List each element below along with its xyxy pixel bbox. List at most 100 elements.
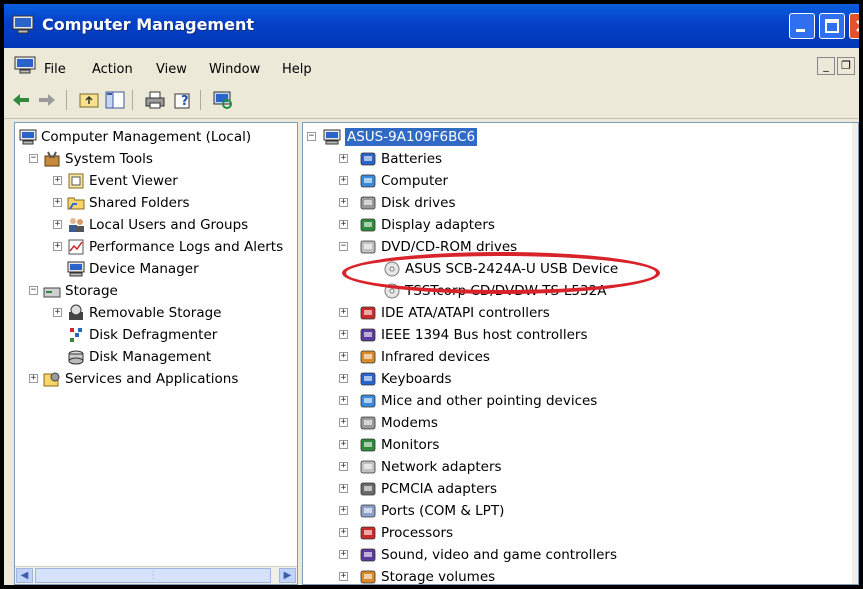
system-tools-icon [44,151,60,167]
device-list-pane[interactable]: − ASUS-9A109F6BC6 + Batteries + Computer + Di… [302,122,859,585]
device-label: Batteries [381,151,443,167]
disk-defragmenter-icon [70,328,82,342]
maximize-button[interactable] [819,13,845,39]
expand-icon[interactable]: + [339,550,348,559]
expand-icon[interactable]: + [339,506,348,515]
device-category-icon [360,482,376,496]
minimize-button[interactable] [789,13,815,39]
tree-label: Performance Logs and Alerts [89,239,284,255]
svg-text:?: ? [181,94,189,109]
device-category-icon [360,328,376,342]
scroll-left-icon[interactable]: ◀ [16,568,33,583]
menu-file[interactable]: File [44,62,66,77]
forward-arrow-icon[interactable] [36,89,58,111]
scroll-thumb[interactable]: ⋮ [35,568,271,583]
expand-icon[interactable]: + [53,220,62,229]
device-category-icon [360,548,376,562]
mdi-restore-button[interactable]: ❐ [837,57,855,75]
device-label: Ports (COM & LPT) [381,503,505,519]
expand-icon[interactable]: + [339,462,348,471]
expand-icon[interactable]: + [339,330,348,339]
expand-icon[interactable]: + [29,374,38,383]
menu-action[interactable]: Action [92,62,133,77]
expand-icon[interactable]: + [339,418,348,427]
computer-icon [323,129,341,145]
device-label: Mice and other pointing devices [381,393,598,409]
device-category-icon [360,350,376,364]
expand-icon[interactable]: + [339,572,348,581]
expand-icon[interactable]: + [339,528,348,537]
show-hide-tree-icon[interactable] [104,89,126,111]
tree-label: Device Manager [89,261,199,277]
removable-storage-icon [69,304,83,320]
collapse-icon[interactable]: − [29,286,38,295]
tree-label: Storage [65,283,118,299]
expand-icon[interactable]: + [339,396,348,405]
scan-hardware-icon[interactable] [212,89,234,111]
expand-icon[interactable]: + [53,176,62,185]
device-category-icon [360,240,376,254]
expand-icon[interactable]: + [53,242,62,251]
toolbar-separator [132,90,133,110]
computer-management-icon [12,15,34,34]
device-label: Disk drives [381,195,456,211]
scroll-right-icon[interactable]: ▶ [279,568,296,583]
menu-window[interactable]: Window [209,62,260,77]
title-bar[interactable]: Computer Management [4,4,859,48]
device-category-icon [360,438,376,452]
collapse-icon[interactable]: − [307,132,316,141]
selected-computer-name: ASUS-9A109F6BC6 [345,128,478,146]
device-category-icon [360,152,376,166]
expand-icon[interactable]: + [339,176,348,185]
toolbar: ? [4,82,859,119]
back-arrow-icon[interactable] [10,89,32,111]
device-label: Network adapters [381,459,502,475]
tree-label: Services and Applications [65,371,239,387]
device-label: Monitors [381,437,440,453]
up-folder-icon[interactable] [78,89,100,111]
expand-icon[interactable]: + [339,374,348,383]
tree-label: System Tools [65,151,153,167]
tree-label: Disk Defragmenter [89,327,218,343]
help-icon[interactable]: ? [172,89,194,111]
mdi-minimize-button[interactable]: _ [817,57,835,75]
device-label: Storage volumes [381,569,496,585]
close-button[interactable] [849,13,859,39]
console-tree-pane[interactable]: Computer Management (Local) − System Too… [14,122,298,585]
tree-label: Disk Management [89,349,212,365]
expand-icon[interactable]: + [339,484,348,493]
expand-icon[interactable]: + [339,352,348,361]
expand-icon[interactable]: + [53,198,62,207]
device-category-icon [360,526,376,540]
device-manager-icon [67,261,85,277]
event-viewer-icon [68,173,84,189]
computer-management-window: Computer Management File Action View Win… [0,0,863,589]
menu-help[interactable]: Help [282,62,312,77]
tree-label: Removable Storage [89,305,222,321]
expand-icon[interactable]: + [53,308,62,317]
horizontal-scrollbar[interactable]: ◀ ⋮ ▶ [15,566,297,584]
menu-view[interactable]: View [156,62,187,77]
collapse-icon[interactable]: − [339,242,348,251]
toolbar-separator [66,90,67,110]
device-label: IDE ATA/ATAPI controllers [381,305,550,321]
expand-icon[interactable]: + [339,154,348,163]
device-category-icon [360,196,376,210]
expand-icon[interactable]: + [339,308,348,317]
print-icon[interactable] [144,89,166,111]
device-label: Infrared devices [381,349,490,365]
device-label: Display adapters [381,217,495,233]
menu-bar: File Action View Window Help _ ❐ [4,48,859,80]
collapse-icon[interactable]: − [29,154,38,163]
device-category-icon [360,306,376,320]
expand-icon[interactable]: + [339,198,348,207]
expand-icon[interactable]: + [339,220,348,229]
window-title: Computer Management [42,15,254,34]
performance-logs-icon [68,239,84,255]
tree-label: Local Users and Groups [89,217,249,233]
close-icon [856,20,859,32]
system-menu-icon[interactable] [14,56,36,74]
vertical-scrollbar[interactable] [852,123,858,584]
expand-icon[interactable]: + [339,440,348,449]
device-label: Computer [381,173,449,189]
